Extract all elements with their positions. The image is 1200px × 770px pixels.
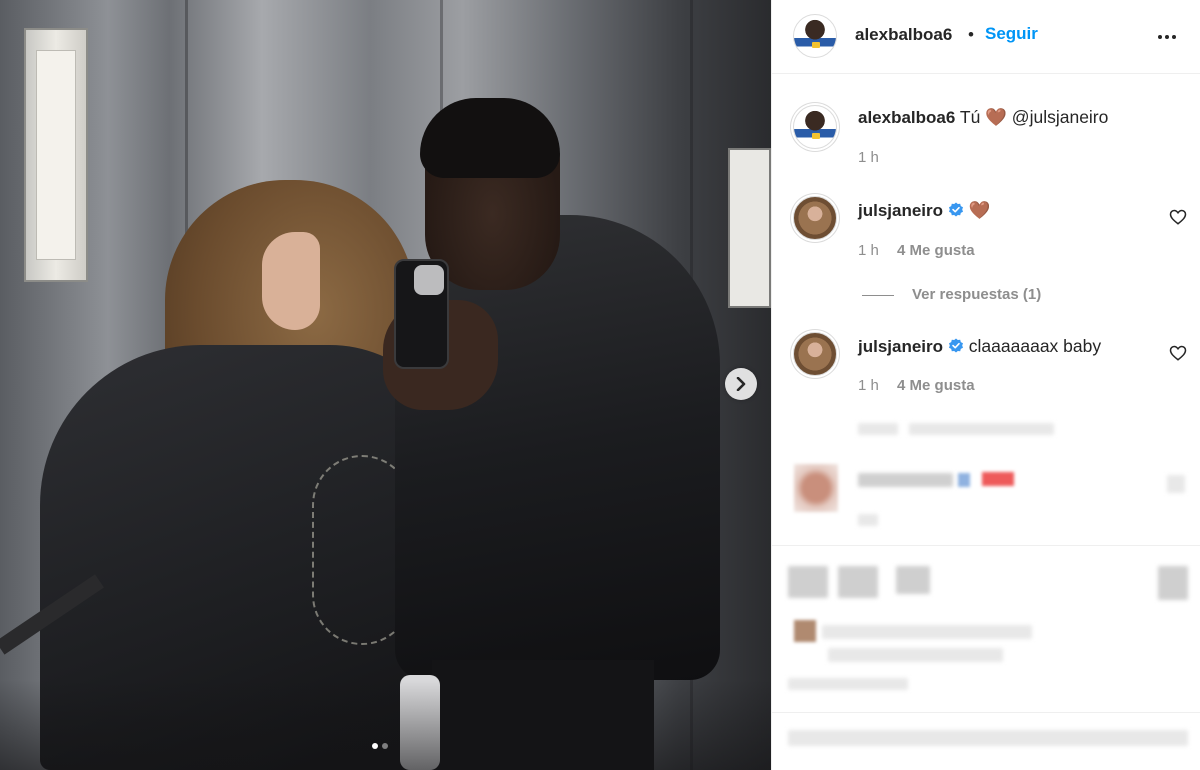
post-photo[interactable] <box>0 0 771 770</box>
post-header: alexbalboa6 • Seguir <box>772 0 1200 74</box>
carousel-dot-active <box>372 743 378 749</box>
blurred-avatar <box>794 464 838 512</box>
carousel-dot <box>382 743 388 749</box>
blurred-content <box>858 473 953 487</box>
comment-time[interactable]: 1 h <box>858 242 879 259</box>
blurred-content <box>822 625 1032 639</box>
commenter-username[interactable]: julsjaneiro <box>858 337 943 356</box>
blurred-content <box>1167 475 1185 493</box>
comment-text: 🤎 <box>968 200 991 220</box>
blurred-content <box>788 678 908 690</box>
blurred-content <box>909 423 1054 435</box>
follow-button[interactable]: Seguir <box>985 24 1038 44</box>
blurred-action-icon <box>788 566 828 598</box>
heart-outline-icon[interactable] <box>1169 208 1187 226</box>
man-hair <box>420 98 560 178</box>
comment-text: claaaaaaax baby <box>968 336 1102 356</box>
replies-line <box>862 294 894 296</box>
caption-username[interactable]: alexbalboa6 <box>858 108 955 127</box>
blurred-content <box>858 514 878 526</box>
verified-badge-icon <box>948 202 963 217</box>
view-replies-button[interactable]: Ver respuestas (1) <box>862 286 1041 303</box>
commenter-avatar[interactable] <box>793 332 837 376</box>
separator-dot: • <box>968 25 974 44</box>
verified-badge-icon <box>948 338 963 353</box>
blurred-action-icon <box>838 566 878 598</box>
caption-time[interactable]: 1 h <box>858 149 879 166</box>
more-options-icon[interactable] <box>1154 25 1180 49</box>
caption-avatar[interactable] <box>793 105 837 149</box>
phone <box>394 259 449 369</box>
divider <box>772 545 1200 546</box>
caption-text: Tú 🤎 @julsjaneiro <box>959 107 1109 127</box>
comment-likes[interactable]: 4 Me gusta <box>897 377 975 394</box>
post-sidebar: alexbalboa6 • Seguir alexbalboa6 Tú 🤎 @j… <box>771 0 1200 770</box>
chevron-right-icon <box>736 377 746 391</box>
commenter-avatar[interactable] <box>793 196 837 240</box>
elevator-side-panel <box>728 148 771 308</box>
blurred-content <box>828 648 1003 662</box>
commenter-username[interactable]: julsjaneiro <box>858 201 943 220</box>
view-replies-label: Ver respuestas (1) <box>912 286 1042 303</box>
heart-outline-icon[interactable] <box>1169 344 1187 362</box>
blurred-action-icon <box>1158 566 1188 600</box>
woman-face <box>262 232 320 330</box>
blurred-action-icon <box>896 566 930 594</box>
elevator-notice-frame <box>24 28 88 282</box>
carousel-indicator <box>372 743 388 749</box>
comment-likes[interactable]: 4 Me gusta <box>897 242 975 259</box>
comment-time[interactable]: 1 h <box>858 377 879 394</box>
author-username[interactable]: alexbalboa6 <box>855 25 952 45</box>
blurred-content <box>858 423 898 435</box>
author-avatar[interactable] <box>793 14 837 58</box>
divider <box>772 712 1200 713</box>
blurred-comment-input <box>788 730 1188 746</box>
carousel-next-button[interactable] <box>725 368 757 400</box>
